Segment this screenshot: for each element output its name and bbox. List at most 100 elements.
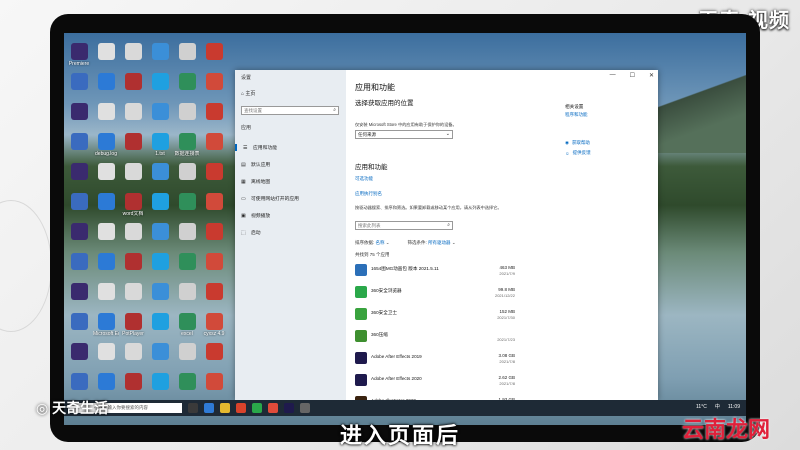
- desktop-icon[interactable]: [66, 343, 92, 361]
- nav-apps-features[interactable]: ☰ 应用和功能: [235, 144, 277, 151]
- desktop-icon[interactable]: [93, 343, 119, 361]
- desktop-icon[interactable]: 数据连接表: [174, 133, 200, 157]
- desktop-icon[interactable]: [93, 373, 119, 391]
- source-dropdown[interactable]: 任何来源 ⌄: [355, 130, 453, 139]
- app-list-item[interactable]: 360压缩 2021/7/23: [355, 328, 515, 348]
- minimize-button[interactable]: —: [610, 72, 616, 79]
- nav-default-apps[interactable]: ▤ 默认应用: [241, 161, 270, 169]
- desktop-icon[interactable]: [174, 163, 200, 181]
- nav-offline-maps[interactable]: ▦ 离线地图: [241, 178, 270, 186]
- get-help-link[interactable]: ◉ 获取帮助: [565, 140, 590, 146]
- desktop-icon[interactable]: [93, 73, 119, 91]
- desktop-icon[interactable]: [147, 313, 173, 331]
- desktop-icon[interactable]: [120, 343, 146, 361]
- task-view-icon[interactable]: [188, 403, 198, 413]
- desktop-icon[interactable]: [201, 253, 227, 271]
- desktop-icon[interactable]: [147, 283, 173, 301]
- desktop-icon[interactable]: [174, 223, 200, 241]
- desktop-icon[interactable]: [66, 163, 92, 181]
- desktop-icon[interactable]: [66, 313, 92, 331]
- desktop-icon[interactable]: [201, 103, 227, 121]
- desktop-icon[interactable]: debug.log: [93, 133, 119, 157]
- app-aliases-link[interactable]: 应用执行别名: [355, 191, 382, 197]
- desktop-icon[interactable]: [120, 373, 146, 391]
- edge-icon[interactable]: [204, 403, 214, 413]
- gear-icon[interactable]: [300, 403, 310, 413]
- desktop-icon[interactable]: [147, 253, 173, 271]
- desktop-icon[interactable]: [201, 43, 227, 61]
- desktop-icon[interactable]: [174, 73, 200, 91]
- desktop-icon[interactable]: Premiere: [66, 43, 92, 67]
- app-list-item[interactable]: Adobe After Effects 2020 2.62 GB 2021/7/8: [355, 372, 515, 392]
- desktop-icon[interactable]: [93, 103, 119, 121]
- desktop-icon[interactable]: 1.txt: [147, 133, 173, 157]
- settings-search-input[interactable]: 查找设置 ⌕: [241, 106, 339, 115]
- feedback-link[interactable]: ☺ 提供反馈: [565, 150, 591, 156]
- app-list-item[interactable]: 1654图MG动画包 版本 2021.5.11 463 MB 2021/7/9: [355, 262, 515, 282]
- desktop-icon[interactable]: [201, 193, 227, 211]
- desktop-icon[interactable]: [201, 373, 227, 391]
- desktop-icon[interactable]: excel: [174, 313, 200, 337]
- desktop-icon[interactable]: [174, 193, 200, 211]
- nav-video-playback[interactable]: ▣ 视频播放: [241, 212, 270, 220]
- desktop-icon[interactable]: PotPlayer: [120, 313, 146, 337]
- app-list-item[interactable]: 360安全卫士 152 MB 2021/7/30: [355, 306, 515, 326]
- desktop-icon[interactable]: [120, 253, 146, 271]
- desktop-icon[interactable]: [120, 73, 146, 91]
- desktop-icon[interactable]: cyxsz 4.9: [201, 313, 227, 337]
- desktop-icon[interactable]: [201, 133, 227, 151]
- desktop-icon[interactable]: [201, 163, 227, 181]
- desktop-icon[interactable]: [147, 373, 173, 391]
- desktop-icon[interactable]: word文档: [120, 193, 146, 217]
- maximize-button[interactable]: ☐: [630, 72, 635, 79]
- desktop-icon[interactable]: [120, 223, 146, 241]
- desktop-icon[interactable]: [93, 193, 119, 211]
- desktop-icon[interactable]: [66, 253, 92, 271]
- folder-icon[interactable]: [220, 403, 230, 413]
- desktop-icon[interactable]: [120, 163, 146, 181]
- desktop-icon[interactable]: [147, 343, 173, 361]
- desktop-icon[interactable]: [147, 43, 173, 61]
- desktop-icon[interactable]: [147, 73, 173, 91]
- close-button[interactable]: ✕: [649, 72, 654, 79]
- nav-startup[interactable]: ⬚ 启动: [241, 229, 261, 237]
- browser-icon[interactable]: [252, 403, 262, 413]
- desktop-icon[interactable]: [174, 373, 200, 391]
- wps-icon[interactable]: [236, 403, 246, 413]
- desktop-icon[interactable]: [93, 283, 119, 301]
- desktop-icon[interactable]: [174, 253, 200, 271]
- desktop-icon[interactable]: [147, 163, 173, 181]
- app-list-item[interactable]: Adobe After Effects 2019 3.08 GB 2021/7/8: [355, 350, 515, 370]
- desktop-icon[interactable]: [147, 223, 173, 241]
- desktop-icon[interactable]: [120, 103, 146, 121]
- desktop-icon[interactable]: [93, 253, 119, 271]
- nav-web-apps[interactable]: ▭ 可使用网站打开的应用: [241, 195, 299, 203]
- desktop-icon[interactable]: [174, 43, 200, 61]
- app-list-item[interactable]: 360安全浏览器 99.8 MB 2021/12/22: [355, 284, 515, 304]
- desktop-icon[interactable]: [120, 133, 146, 151]
- desktop-icon[interactable]: [93, 223, 119, 241]
- app-list-search-input[interactable]: 搜索此列表 ⌕: [355, 221, 453, 230]
- programs-features-link[interactable]: 程序和功能: [565, 112, 645, 118]
- desktop-icon[interactable]: [66, 193, 92, 211]
- desktop-icon[interactable]: [93, 163, 119, 181]
- desktop-icon[interactable]: [147, 103, 173, 121]
- desktop-icon[interactable]: [66, 103, 92, 121]
- desktop-icon[interactable]: [201, 343, 227, 361]
- optional-features-link[interactable]: 可选功能: [355, 176, 373, 182]
- filter-control[interactable]: 筛选条件: 所有驱动器 ⌄: [408, 240, 456, 246]
- desktop-icon[interactable]: [174, 103, 200, 121]
- desktop-icon[interactable]: [174, 343, 200, 361]
- desktop-icon[interactable]: [66, 373, 92, 391]
- sort-control[interactable]: 排序依据: 名称 ⌄: [355, 240, 390, 246]
- desktop-icon[interactable]: [66, 223, 92, 241]
- nav-home[interactable]: ⌂ 主页: [241, 90, 255, 97]
- desktop-icon[interactable]: [93, 43, 119, 61]
- desktop-icon[interactable]: [147, 193, 173, 211]
- desktop-icon[interactable]: Microsoft Edge: [93, 313, 119, 337]
- desktop-icon[interactable]: [120, 43, 146, 61]
- desktop-icon[interactable]: [201, 73, 227, 91]
- desktop-icon[interactable]: [120, 283, 146, 301]
- desktop-icon[interactable]: [201, 223, 227, 241]
- app-icon[interactable]: [268, 403, 278, 413]
